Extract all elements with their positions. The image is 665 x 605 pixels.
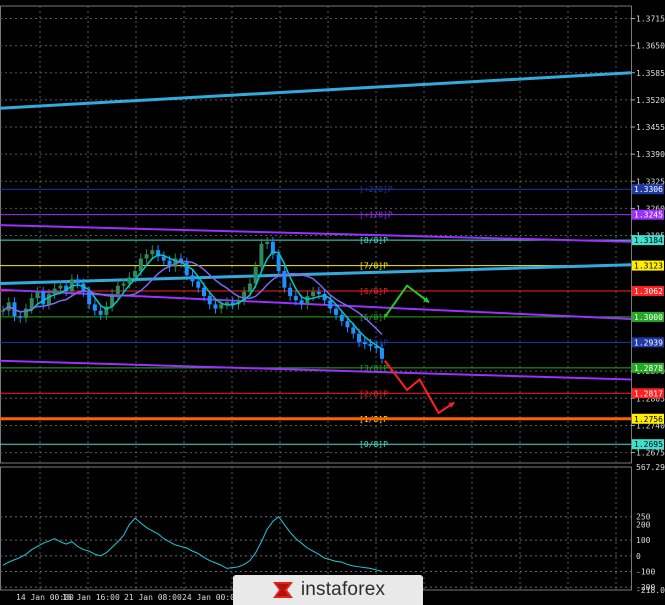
price-tick-label: 1.3390: [636, 150, 665, 159]
candle-body: [161, 256, 166, 261]
logo-text: instaforex: [300, 579, 386, 600]
candle-body: [75, 279, 80, 284]
instaforex-logo-icon: [272, 582, 293, 598]
candle-body: [362, 341, 367, 345]
candle-body: [293, 296, 298, 301]
candle-body: [380, 348, 384, 359]
candle-body: [87, 291, 92, 305]
candle-body: [138, 258, 143, 272]
price-tick-label: 1.3520: [636, 96, 665, 105]
murray-price-value: 1.3123: [634, 262, 663, 271]
time-axis-label: 21 Jan 08:00: [124, 593, 182, 602]
candle-body: [213, 304, 218, 309]
murray-price-value: 1.2939: [634, 338, 663, 347]
time-axis-label: 24 Jan 00:00: [182, 593, 240, 602]
murray-level-label: [6/8]P: [359, 287, 388, 296]
candle-body: [311, 291, 316, 297]
murray-level-label: [+1/8]P: [359, 211, 393, 220]
candle-body: [52, 288, 57, 294]
murray-level-label: [+2/8]P: [359, 185, 393, 194]
murray-level-label: [7/8]P: [359, 262, 388, 271]
candle-body: [299, 300, 304, 305]
candle-body: [98, 310, 103, 315]
price-tick-label: 1.3650: [636, 42, 665, 51]
indicator-tick-label: 200: [636, 521, 651, 530]
murray-price-value: 1.2878: [634, 364, 663, 373]
candle-body: [190, 275, 195, 282]
candle-body: [92, 304, 97, 311]
candle-body: [316, 291, 321, 294]
indicator-tick-label: 100: [636, 536, 651, 545]
murray-level-label: [2/8]P: [359, 389, 388, 398]
candle-body: [345, 321, 350, 328]
instaforex-logo: instaforex: [233, 575, 423, 605]
candle-body: [368, 344, 373, 347]
indicator-tick-label: -218.0649: [636, 586, 665, 595]
candle-body: [357, 333, 362, 342]
candle-body: [288, 287, 293, 297]
trading-chart-screenshot: 1.3715 1.3650 1.3585 1.3520 1.3455 1.3390 1.33…: [0, 0, 665, 605]
candle-body: [265, 241, 270, 244]
candle-body: [150, 250, 155, 255]
murray-price-value: 1.3062: [634, 287, 663, 296]
candle-body: [259, 243, 264, 267]
murray-price-value: 1.2817: [634, 389, 663, 398]
murray-price-value: 1.2695: [634, 440, 663, 449]
price-tick-label: 1.3455: [636, 123, 665, 132]
price-tick-label: 1.2675: [636, 449, 665, 458]
candle-body: [133, 271, 138, 278]
candle-body: [35, 291, 40, 299]
price-chart[interactable]: 1.3715 1.3650 1.3585 1.3520 1.3455 1.3390 1.33…: [0, 0, 665, 605]
candle-body: [46, 293, 51, 305]
indicator-tick-label: -100: [636, 568, 655, 577]
indicator-tick-label: 567.2935: [636, 463, 665, 472]
murray-price-value: 1.3184: [634, 236, 663, 245]
murray-price-value: 1.3000: [634, 313, 663, 322]
candle-body: [127, 277, 132, 284]
murray-price-value: 1.3245: [634, 211, 663, 220]
candle-body: [29, 298, 34, 309]
price-tick-label: 1.3715: [636, 15, 665, 24]
indicator-tick-label: 0: [636, 552, 641, 561]
candle-body: [1, 310, 5, 312]
candle-body: [247, 283, 252, 292]
candle-body: [196, 281, 201, 288]
candle-body: [18, 316, 23, 318]
candle-body: [334, 308, 339, 315]
candle-body: [41, 291, 46, 305]
price-tick-label: 1.3585: [636, 69, 665, 78]
candle-body: [207, 296, 212, 305]
time-axis-label: 16 Jan 16:00: [62, 593, 120, 602]
candle-body: [305, 296, 310, 305]
candle-body: [121, 283, 126, 286]
candle-body: [115, 285, 120, 294]
murray-price-value: 1.3306: [634, 185, 663, 194]
murray-price-value: 1.2756: [634, 415, 663, 424]
candle-body: [58, 285, 63, 289]
candle-body: [351, 327, 356, 334]
candle-body: [201, 287, 206, 297]
candle-body: [282, 271, 287, 288]
candle-body: [144, 254, 149, 259]
candle-body: [339, 314, 344, 322]
candle-body: [328, 300, 333, 309]
candle-body: [219, 304, 224, 309]
murray-level-label: [8/8]P: [359, 236, 388, 245]
murray-level-label: [0/8]P: [359, 440, 388, 449]
